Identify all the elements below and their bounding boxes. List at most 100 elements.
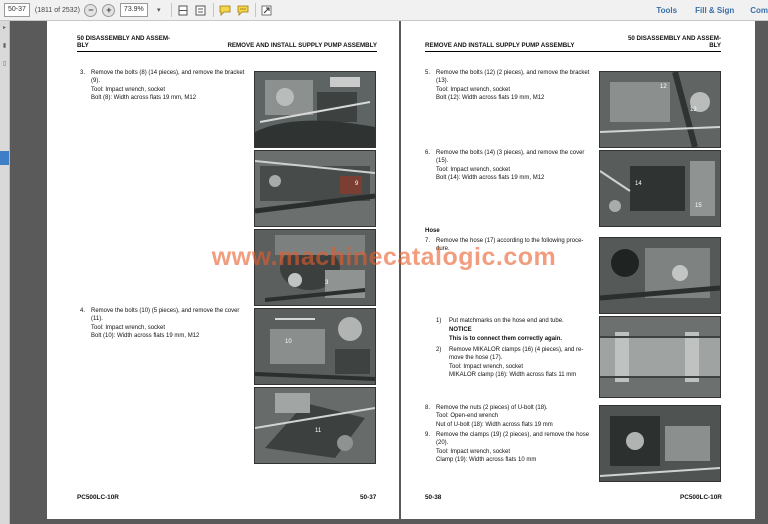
- step5-tool: Tool: Impact wrench, socket: [436, 86, 511, 93]
- fill-sign-link[interactable]: Fill & Sign: [695, 6, 734, 15]
- step4-line1: Remove the bolts (10) (5 pieces), and re…: [91, 308, 240, 314]
- page-thumbnail-icon[interactable]: ▯: [1, 61, 8, 68]
- header-title: REMOVE AND INSTALL SUPPLY PUMP ASSEMBLY: [227, 42, 377, 49]
- page-count: (1811 of 2532): [34, 6, 80, 14]
- zoom-out-button[interactable]: −: [84, 3, 98, 17]
- step-number: 7.: [425, 238, 431, 244]
- step7-line2: dure.: [436, 246, 450, 253]
- photo-label: 10: [285, 339, 292, 345]
- step3-tool: Tool: Impact wrench, socket: [91, 86, 166, 93]
- step3-line1: Remove the bolts (8) (14 pieces), and re…: [91, 70, 245, 76]
- step-number: 4.: [80, 308, 86, 314]
- footer-page-number: 50-38: [425, 494, 442, 501]
- header-section-line2: BLY: [77, 42, 89, 49]
- photo-label: 15: [695, 203, 702, 209]
- photo-step6: 14 15: [599, 150, 721, 227]
- step-number: 9.: [425, 432, 431, 438]
- page-number-input[interactable]: 50-37: [4, 3, 30, 17]
- step9-tool: Tool: Impact wrench, socket: [436, 448, 511, 455]
- photo-step4-b: 11: [254, 387, 376, 464]
- panel-tab[interactable]: [0, 151, 9, 165]
- zoom-dropdown-button[interactable]: ▾: [152, 3, 166, 17]
- section-heading-hose: Hose: [425, 228, 440, 234]
- comment-button[interactable]: [218, 3, 232, 17]
- photo-step5: 12 13: [599, 71, 721, 148]
- toolbar-divider: [170, 3, 172, 17]
- step5-line2: (13).: [436, 78, 449, 85]
- substep-number: 2): [436, 347, 442, 353]
- expand-button[interactable]: [260, 3, 274, 17]
- step6-tool: Tool: Impact wrench, socket: [436, 166, 511, 173]
- step5-text: Remove the bolts (12) (2 pieces), and re…: [436, 69, 598, 103]
- tools-link[interactable]: Tools: [656, 6, 677, 15]
- step6-line2: (15).: [436, 158, 449, 165]
- footer-model: PC500LC-10R: [77, 494, 119, 501]
- step5-line1: Remove the bolts (12) (2 pieces), and re…: [436, 70, 590, 76]
- viewer-toolbar: 50-37 (1811 of 2532) − + 73.9% ▾ Tools F…: [0, 0, 768, 21]
- fit-width-icon: [195, 5, 206, 15]
- speech-bubble-icon: [219, 5, 231, 16]
- step6-text: Remove the bolts (14) (3 pieces), and re…: [436, 149, 598, 183]
- zoom-select[interactable]: 73.9%: [119, 3, 148, 17]
- step-number: 5.: [425, 70, 431, 76]
- step9-line2: (20).: [436, 440, 449, 447]
- photo-label: 3: [325, 280, 329, 286]
- step8-nut: Nut of U-bolt (18): Width across flats 1…: [436, 421, 553, 428]
- plus-icon: +: [102, 3, 116, 17]
- step6-bolt: Bolt (14): Width across flats 19 mm, M12: [436, 175, 545, 182]
- step9-line1: Remove the clamps (19) (2 pieces), and r…: [436, 432, 590, 438]
- step8-tool: Tool: Open-end wrench: [436, 413, 499, 420]
- photo-step7-a: [599, 237, 721, 314]
- step3-bolt: Bolt (8): Width across flats 19 mm, M12: [91, 95, 197, 102]
- toolbar-divider: [212, 3, 214, 17]
- step4-line2: (11).: [91, 316, 103, 323]
- step4-text: Remove the bolts (10) (5 pieces), and re…: [91, 307, 256, 341]
- step8-text: Remove the nuts (2 pieces) of U-bolt (18…: [436, 404, 598, 429]
- header-rule: [425, 51, 721, 52]
- step-number: 3.: [80, 70, 86, 76]
- photo-step8-9: [599, 405, 721, 482]
- step3-text: Remove the bolts (8) (14 pieces), and re…: [91, 69, 251, 103]
- photo-step3-c: 3: [254, 229, 376, 306]
- header-title: REMOVE AND INSTALL SUPPLY PUMP ASSEMBLY: [425, 42, 575, 49]
- navigation-panel: ▸ ▮ ▯: [0, 21, 10, 524]
- header-section-line1: 50 DISASSEMBLY AND ASSEM-: [77, 35, 171, 42]
- expand-icon: [261, 5, 272, 15]
- header-section-line1: 50 DISASSEMBLY AND ASSEM-: [627, 35, 721, 42]
- step3-line2: (9).: [91, 78, 100, 85]
- minus-icon: −: [84, 3, 98, 17]
- step-number: 6.: [425, 150, 431, 156]
- photo-step3-a: [254, 71, 376, 148]
- step7-text: Remove the hose (17) according to the fo…: [436, 237, 598, 254]
- highlight-button[interactable]: [236, 3, 250, 17]
- header-section: 50 DISASSEMBLY AND ASSEM- BLY: [77, 35, 170, 49]
- bookmark-icon[interactable]: ▮: [1, 43, 8, 50]
- photo-label: 14: [635, 181, 642, 187]
- page-left: 50 DISASSEMBLY AND ASSEM- BLY REMOVE AND…: [47, 21, 399, 519]
- step6-line1: Remove the bolts (14) (3 pieces), and re…: [436, 150, 585, 156]
- notice-label: NOTICE: [449, 327, 472, 333]
- photo-step4-a: 10: [254, 308, 376, 385]
- photo-label: 11: [315, 428, 322, 434]
- step-number: 8.: [425, 405, 431, 411]
- zoom-in-button[interactable]: +: [102, 3, 116, 17]
- fit-page-button[interactable]: [176, 3, 190, 17]
- collapse-arrow-icon[interactable]: ▸: [1, 25, 8, 32]
- notice-text: This is to connect them correctly again.: [449, 336, 563, 342]
- comment-link[interactable]: Com: [750, 6, 768, 15]
- toolbar-right-links: Tools Fill & Sign Com: [638, 0, 768, 20]
- toolbar-divider: [254, 3, 256, 17]
- fit-width-button[interactable]: [194, 3, 208, 17]
- step8-line1: Remove the nuts (2 pieces) of U-bolt (18…: [436, 405, 548, 411]
- step5-bolt: Bolt (12): Width across flats 19 mm, M12: [436, 95, 545, 102]
- header-section-line2: BLY: [709, 42, 721, 49]
- step4-bolt: Bolt (10): Width across flats 19 mm, M12: [91, 333, 200, 340]
- page-right: REMOVE AND INSTALL SUPPLY PUMP ASSEMBLY …: [401, 21, 755, 519]
- substep-number: 1): [436, 318, 442, 324]
- photo-step7-b: [599, 316, 721, 398]
- step9-clamp: Clamp (19): Width across flats 10 mm: [436, 457, 537, 464]
- photo-label: 9: [355, 181, 359, 187]
- step4-tool: Tool: Impact wrench, socket: [91, 324, 166, 331]
- highlighter-icon: [237, 5, 249, 16]
- substep2-clamp: MIKALOR clamp (16): Width across flats 1…: [449, 372, 577, 379]
